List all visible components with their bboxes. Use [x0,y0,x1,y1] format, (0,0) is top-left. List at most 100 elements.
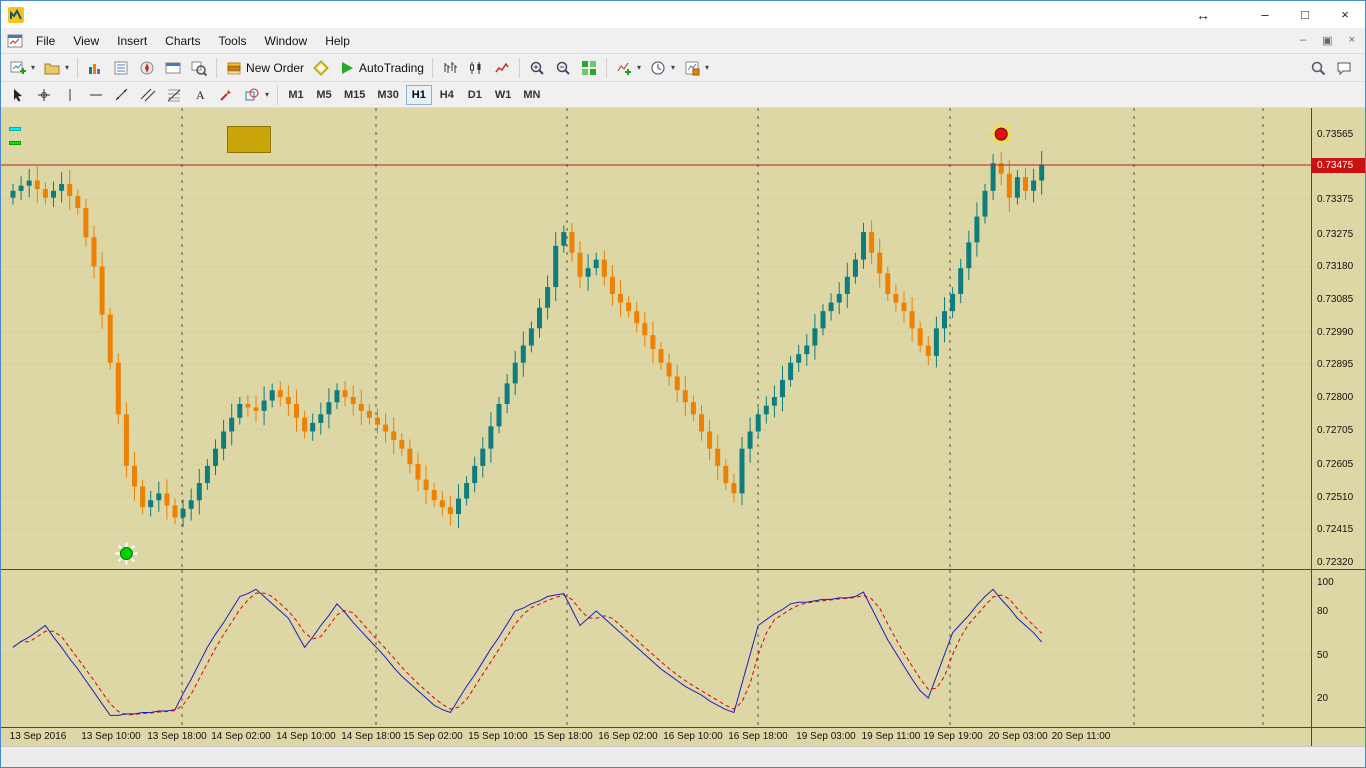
auto-button[interactable] [227,126,271,153]
maximize-button[interactable]: □ [1285,1,1325,28]
autotrading-button-label: AutoTrading [359,60,424,75]
indicators-icon [615,59,633,77]
periods-button[interactable]: ▾ [645,56,679,80]
navigator-button[interactable] [134,56,160,80]
zoom-in-button[interactable] [524,56,550,80]
resize-arrows-icon[interactable]: ↔ [1183,1,1223,28]
navigator-icon [138,59,156,77]
metaeditor-button[interactable] [308,56,334,80]
time-label: 15 Sep 10:00 [468,731,528,742]
time-label: 19 Sep 11:00 [861,731,921,742]
price-label: 0.73180 [1317,261,1354,273]
channel-tool[interactable] [135,83,161,107]
time-axis[interactable]: 13 Sep 2016 13 Sep 10:00 13 Sep 18:00 14 Se… [1,728,1311,746]
timeframe-h4[interactable]: H4 [434,85,460,105]
templates-button[interactable]: ▾ [679,56,713,80]
line-studies-toolbar: A ▾ M1 M5 M15 M30 H1 H4 D1 W1 MN [1,82,1365,108]
strategy-tester-button[interactable] [186,56,212,80]
time-label: 14 Sep 02:00 [211,731,271,742]
menu-tools[interactable]: Tools [210,30,256,52]
new-order-button[interactable]: New Order [221,56,308,80]
hline-icon [87,86,105,104]
timeframe-m30[interactable]: M30 [372,85,403,105]
new-chart-button[interactable]: ▾ [5,56,39,80]
timeframe-m15[interactable]: M15 [339,85,370,105]
price-label: 0.72510 [1317,491,1354,503]
mt4-window: ↔ – □ × File View Insert Charts Tools Window Help… [0,0,1366,768]
timeframe-w1[interactable]: W1 [490,85,517,105]
menu-view[interactable]: View [64,30,108,52]
toolbar-separator [77,57,79,78]
close-chart-icon[interactable]: × [1349,34,1355,47]
profiles-button[interactable]: ▾ [39,56,73,80]
data-window-button[interactable] [108,56,134,80]
timeframe-mn[interactable]: MN [518,85,545,105]
tile-windows-button[interactable] [576,56,602,80]
market-watch-button[interactable] [82,56,108,80]
indicators-button[interactable]: ▾ [611,56,645,80]
time-label: 16 Sep 18:00 [728,731,788,742]
vertical-line-tool[interactable] [57,83,83,107]
crosshair-tool[interactable] [31,83,57,107]
symbol-info [9,113,12,125]
autotrading-button[interactable]: AutoTrading [334,56,428,80]
menu-help[interactable]: Help [316,30,359,52]
timeframe-m5[interactable]: M5 [311,85,337,105]
fibonacci-tool[interactable] [161,83,187,107]
menu-items: File View Insert Charts Tools Window Help [27,30,359,52]
menu-file[interactable]: File [27,30,64,52]
time-label: 13 Sep 18:00 [147,731,207,742]
channel-icon [139,86,157,104]
buy-signal-label [9,141,21,145]
time-label: 19 Sep 03:00 [796,731,856,742]
candlestick-button[interactable] [463,56,489,80]
dropdown-caret-icon: ▾ [671,63,676,72]
minimize-chart-icon[interactable]: – [1300,34,1306,47]
price-axis[interactable]: 0.73565 0.73475 0.73375 0.73275 0.73180 0.730… [1311,108,1365,746]
price-label: 0.72990 [1317,326,1354,338]
timeframe-h1[interactable]: H1 [405,84,432,105]
barchart-icon [441,59,459,77]
text-tool[interactable]: A [187,83,213,107]
search-button[interactable] [1305,56,1331,80]
restore-chart-icon[interactable]: ▣ [1322,34,1332,47]
chat-button[interactable] [1331,56,1357,80]
trendline-tool[interactable] [109,83,135,107]
timeframe-m1[interactable]: M1 [283,85,309,105]
mdi-window-controls: – ▣ × [1300,34,1365,47]
neworder-icon [225,59,243,77]
menu-charts[interactable]: Charts [156,30,209,52]
shapes-tool[interactable]: ▾ [239,83,273,107]
dropdown-caret-icon: ▾ [265,90,270,99]
menu-window[interactable]: Window [256,30,317,52]
price-chart[interactable] [1,108,1311,569]
line-chart-button[interactable] [489,56,515,80]
datawindow-icon [112,59,130,77]
time-label: 15 Sep 18:00 [533,731,593,742]
dropdown-caret-icon: ▾ [636,63,641,72]
price-label: 0.73375 [1317,194,1354,206]
vline-icon [61,86,79,104]
arrows-tool[interactable] [213,83,239,107]
horizontal-line-tool[interactable] [83,83,109,107]
zoom-out-button[interactable] [550,56,576,80]
timeframe-d1[interactable]: D1 [462,85,488,105]
title-bar: ↔ – □ × [1,1,1365,28]
minimize-button[interactable]: – [1245,1,1285,28]
time-label: 13 Sep 2016 [9,731,67,742]
cursor-icon [9,86,27,104]
dropdown-caret-icon: ▾ [705,63,710,72]
time-label: 20 Sep 11:00 [1051,731,1111,742]
terminal-button[interactable] [160,56,186,80]
stoch-axis-label: 80 [1317,606,1329,617]
time-label: 14 Sep 18:00 [341,731,401,742]
template-icon [683,59,701,77]
menu-insert[interactable]: Insert [108,30,156,52]
close-button[interactable]: × [1325,1,1365,28]
price-label: 0.73565 [1317,129,1354,141]
stochastic-chart[interactable] [1,570,1311,727]
candles-icon [467,59,485,77]
bar-chart-button[interactable] [437,56,463,80]
price-label: 0.73085 [1317,294,1354,306]
cursor-tool[interactable] [5,83,31,107]
